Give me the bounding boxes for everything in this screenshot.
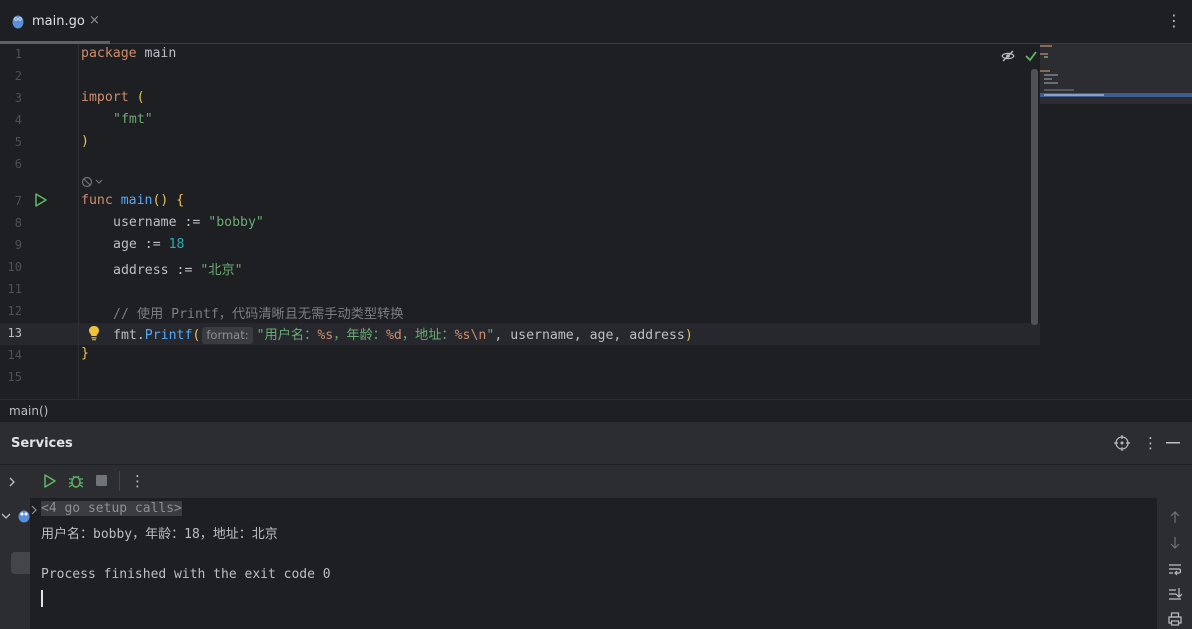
line-number: 8 — [14, 216, 22, 230]
more-icon[interactable]: ⋮ — [130, 472, 145, 490]
scroll-down-icon[interactable] — [1170, 536, 1180, 550]
line-number: 7 — [14, 194, 22, 208]
code-line-4: "fmt" — [113, 112, 153, 127]
more-icon[interactable]: ⋮ — [1166, 13, 1182, 29]
chevron-right-icon[interactable] — [30, 505, 38, 515]
line-number: 6 — [14, 157, 22, 171]
line-number: 3 — [14, 91, 22, 105]
console-line-output: 用户名：bobby，年龄：18，地址：北京 — [41, 527, 278, 542]
text-caret — [41, 590, 43, 607]
line-number: 5 — [14, 135, 22, 149]
gopher-icon — [12, 15, 24, 29]
code-line-12-comment: // 使用 Printf，代码清晰且无需手动类型转换 — [113, 307, 404, 322]
minimap[interactable] — [1040, 44, 1192, 104]
check-icon[interactable] — [1024, 49, 1038, 63]
code-line-1: package main — [81, 46, 177, 61]
code-line-13: fmt.Printf(format: "用户名：%s，年龄：%d，地址：%s\n"… — [113, 327, 693, 344]
code-line-3: import ( — [81, 90, 145, 105]
code-line-7: func main() { — [81, 193, 185, 208]
chevron-down-icon[interactable] — [1, 512, 11, 520]
toolbar-divider — [119, 471, 120, 491]
eye-slash-icon[interactable] — [1001, 49, 1015, 63]
line-number: 11 — [7, 282, 22, 296]
code-line-14: } — [81, 346, 89, 361]
print-icon[interactable] — [1168, 612, 1182, 626]
line-number: 1 — [14, 47, 22, 61]
editor-tab-bar: main.go × ⋮ — [0, 0, 1192, 44]
console-side-toolbar — [1157, 498, 1192, 629]
line-number: 14 — [7, 348, 22, 362]
line-number: 4 — [14, 113, 22, 127]
line-number: 9 — [14, 238, 22, 252]
target-icon[interactable] — [1114, 435, 1130, 451]
code-line-10: address := "北京" — [113, 263, 243, 278]
scroll-up-icon[interactable] — [1170, 510, 1180, 524]
console-output[interactable]: <4 go setup calls> 用户名：bobby，年龄：18，地址：北京… — [30, 498, 1157, 629]
breadcrumb-item[interactable]: main() — [9, 404, 48, 418]
stop-icon[interactable] — [96, 475, 107, 486]
tab-main-go[interactable]: main.go × — [0, 0, 110, 44]
services-panel: Services ⋮ ⋮ <4 go setup calls> 用户名：bobb… — [0, 422, 1192, 629]
tree-selection[interactable] — [11, 552, 30, 574]
bulb-icon[interactable] — [88, 325, 100, 341]
line-number: 10 — [7, 260, 22, 274]
close-icon[interactable]: × — [89, 13, 100, 28]
console-line-exit: Process finished with the exit code 0 — [41, 567, 331, 582]
scroll-end-icon[interactable] — [1168, 587, 1182, 601]
debug-icon[interactable] — [68, 473, 84, 489]
code-line-5: ) — [81, 134, 89, 149]
services-toolbar: ⋮ — [0, 465, 1192, 498]
line-number: 12 — [7, 304, 22, 318]
code-line-9: age := 18 — [113, 237, 185, 252]
gopher-hint-icon[interactable] — [81, 176, 105, 188]
services-header: Services ⋮ — [0, 422, 1192, 465]
parameter-hint: format: — [202, 327, 253, 344]
line-number-current: 13 — [7, 326, 22, 340]
editor-scrollbar[interactable] — [1031, 69, 1038, 325]
line-number: 2 — [14, 69, 22, 83]
console-line-setup[interactable]: <4 go setup calls> — [41, 501, 182, 516]
run-icon[interactable] — [34, 193, 48, 207]
line-gutter: 1 2 3 4 5 6 7 8 9 10 11 12 13 14 15 — [0, 44, 79, 399]
services-title: Services — [11, 436, 73, 451]
more-icon[interactable]: ⋮ — [1143, 434, 1158, 452]
gopher-icon — [18, 510, 30, 523]
soft-wrap-icon[interactable] — [1168, 562, 1182, 576]
rerun-icon[interactable] — [43, 474, 57, 488]
tab-label: main.go — [32, 14, 85, 29]
breadcrumb[interactable]: main() — [0, 399, 1192, 422]
code-editor[interactable]: 1 2 3 4 5 6 7 8 9 10 11 12 13 14 15 pack… — [0, 44, 1192, 399]
code-line-8: username := "bobby" — [113, 215, 264, 230]
minimize-icon[interactable] — [1166, 442, 1180, 444]
line-number: 15 — [7, 370, 22, 384]
